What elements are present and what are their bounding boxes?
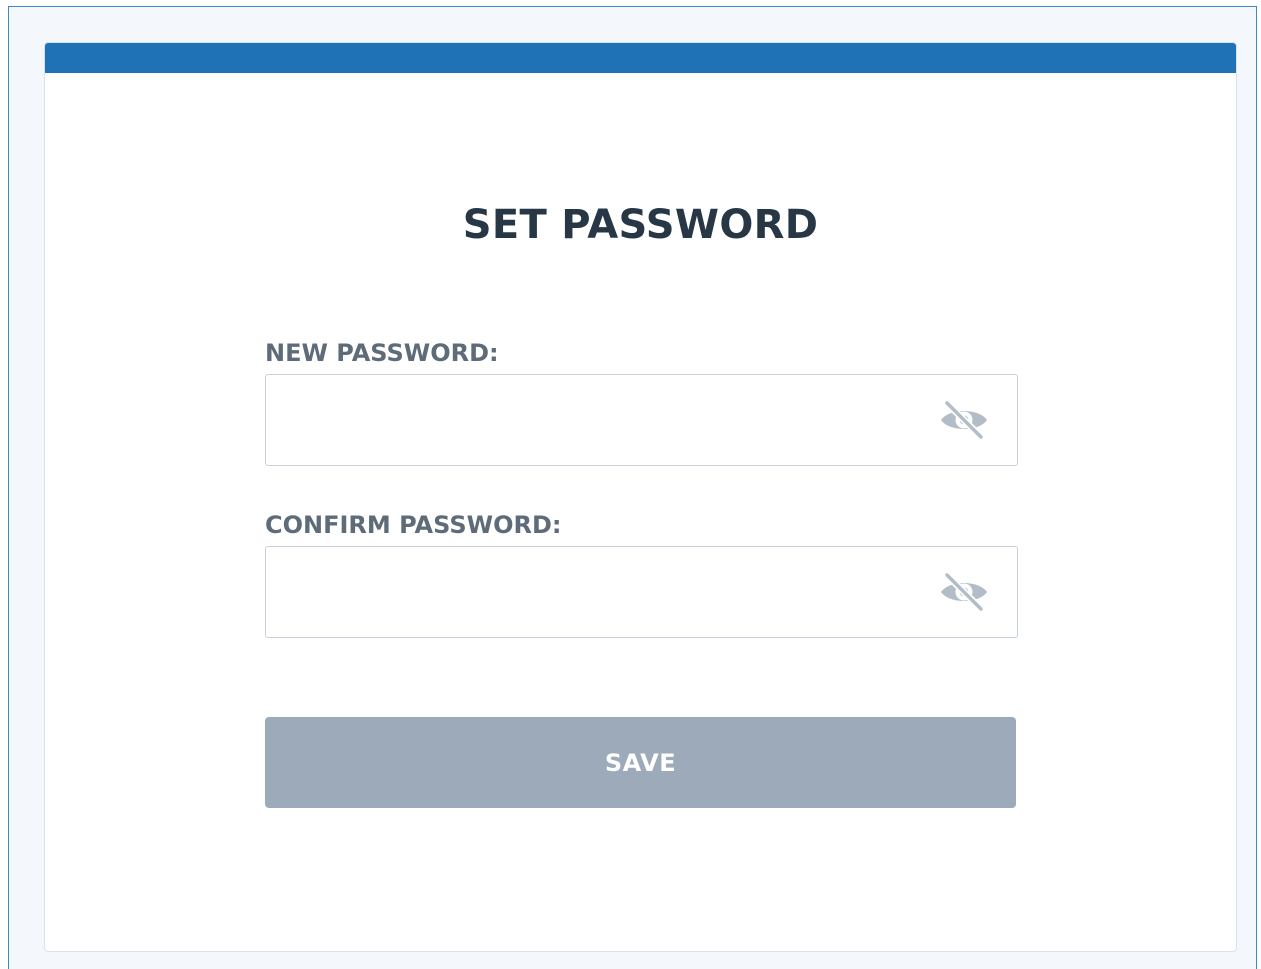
confirm-password-field [265, 546, 1018, 638]
new-password-input[interactable] [266, 375, 926, 465]
page-title: SET PASSWORD [462, 202, 819, 248]
save-button[interactable]: SAVE [265, 717, 1016, 808]
confirm-password-label: CONFIRM PASSWORD: [265, 511, 562, 539]
set-password-card: SET PASSWORD NEW PASSWORD: CONFIRM PASSW… [44, 42, 1237, 952]
app-frame: SET PASSWORD NEW PASSWORD: CONFIRM PASSW… [8, 6, 1257, 969]
new-password-field [265, 374, 1018, 466]
eye-slash-icon[interactable] [937, 397, 991, 443]
new-password-label: NEW PASSWORD: [265, 339, 499, 367]
card-accent-bar [45, 43, 1236, 73]
confirm-password-input[interactable] [266, 547, 926, 637]
eye-slash-icon[interactable] [937, 569, 991, 615]
